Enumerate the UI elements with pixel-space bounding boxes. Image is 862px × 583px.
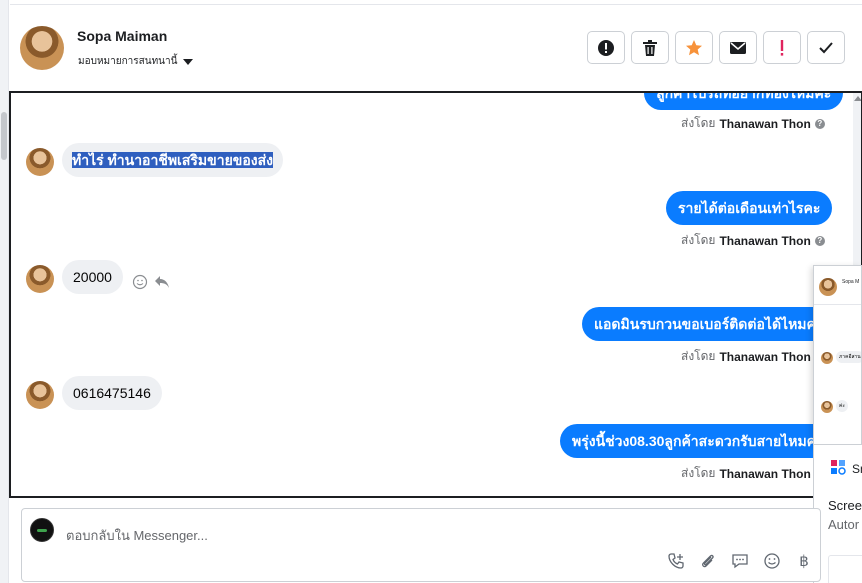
follow-up-button[interactable] <box>763 31 801 64</box>
floating-chat-preview[interactable]: Sopa M ภาคอีสาน ค่ะ <box>813 265 862 445</box>
header-actions <box>587 31 845 64</box>
sender-name[interactable]: Thanawan Thon <box>719 117 810 131</box>
popup-message: ค่ะ <box>836 400 849 412</box>
sent-by-line: ส่งโดย Thanawan Thon ? <box>681 114 825 133</box>
left-scrollbar-thumb[interactable] <box>1 112 7 160</box>
popup-divider <box>814 304 861 305</box>
notification-subtitle: Autor <box>828 517 860 532</box>
attachment-icon[interactable] <box>699 552 717 570</box>
reply-composer[interactable]: ตอบกลับใน Messenger... ฿ <box>21 508 821 582</box>
contact-avatar[interactable] <box>20 26 64 70</box>
sent-by-label: ส่งโดย <box>681 116 716 130</box>
message-incoming[interactable]: 0616475146 <box>62 376 162 410</box>
popup-contact-name: Sopa M <box>842 279 860 285</box>
star-icon <box>686 39 702 55</box>
sent-by-line: ส่งโดย Thanawan Thon ? <box>681 231 825 250</box>
assign-conversation-dropdown[interactable]: มอบหมายการสนทนานี้ <box>78 54 194 69</box>
sent-by-label: ส่งโดย <box>681 466 716 480</box>
message-outgoing[interactable]: พรุ่งนี้ช่วง08.30ลูกค้าสะดวกรับสายไหมคะ <box>560 424 836 458</box>
sender-name[interactable]: Thanawan Thon <box>719 467 810 481</box>
contact-avatar-small[interactable] <box>26 265 54 293</box>
assign-label: มอบหมายการสนทนานี้ <box>78 56 178 67</box>
trash-icon <box>643 39 657 56</box>
sender-name[interactable]: Thanawan Thon <box>719 350 810 364</box>
sent-by-line: ส่งโดย Thanawan Thon <box>681 464 811 483</box>
sent-by-label: ส่งโดย <box>681 233 716 247</box>
popup-avatar <box>819 278 837 296</box>
exclamation-circle-icon <box>598 39 614 56</box>
conversation-header: Sopa Maiman มอบหมายการสนทนานี้ <box>10 0 862 90</box>
phone-add-icon[interactable] <box>667 552 685 570</box>
snipping-tool-icon <box>831 460 846 475</box>
message-incoming[interactable]: ทำไร่ ทำนาอาชีพเสริมขายของส่ง <box>62 143 283 177</box>
sent-by-label: ส่งโดย <box>681 349 716 363</box>
popup-msg-avatar <box>821 401 833 413</box>
emoji-icon[interactable] <box>763 552 781 570</box>
scroll-up-arrow-icon[interactable] <box>854 96 861 101</box>
star-button[interactable] <box>675 31 713 64</box>
spam-button[interactable] <box>587 31 625 64</box>
sender-name[interactable]: Thanawan Thon <box>719 234 810 248</box>
message-outgoing[interactable]: ลูกค้าไปรถที่อยากทองไหมคะ <box>644 93 844 110</box>
caret-down-icon <box>183 58 194 65</box>
message-outgoing[interactable]: แอดมินรบกวนขอเบอร์ติดต่อได้ไหมคะ <box>582 307 836 341</box>
notification-app-name: Sn <box>852 462 862 476</box>
message-incoming[interactable]: 20000 <box>62 260 123 294</box>
selected-text[interactable]: ทำไร่ ทำนาอาชีพเสริมขายของส่ง <box>72 152 273 168</box>
popup-msg-avatar <box>821 352 833 364</box>
sent-by-line: ส่งโดย Thanawan Thon <box>681 347 811 366</box>
saved-replies-icon[interactable] <box>731 552 749 570</box>
check-icon <box>819 41 833 53</box>
page-avatar <box>30 518 54 542</box>
header-divider <box>10 4 862 5</box>
left-rail <box>0 0 9 583</box>
contact-name[interactable]: Sopa Maiman <box>77 28 167 44</box>
help-icon[interactable]: ? <box>814 118 825 129</box>
mark-unread-button[interactable] <box>719 31 757 64</box>
delete-button[interactable] <box>631 31 669 64</box>
composer-tools: ฿ <box>667 552 813 570</box>
message-outgoing[interactable]: รายได้ต่อเดือนเท่าไรคะ <box>666 191 833 225</box>
message-thread[interactable]: ลูกค้าไปรถที่อยากทองไหมคะ ส่งโดย Thanawa… <box>9 91 862 498</box>
contact-avatar-small[interactable] <box>26 381 54 409</box>
exclamation-icon <box>780 39 784 56</box>
reply-arrow-icon[interactable] <box>154 274 170 290</box>
help-icon[interactable]: ? <box>814 235 825 246</box>
reply-input[interactable]: ตอบกลับใน Messenger... <box>66 525 208 546</box>
popup-message: ภาคอีสาน <box>836 351 861 363</box>
notification-thumbnail[interactable] <box>828 555 862 583</box>
envelope-icon <box>730 41 746 54</box>
notification-title: Scree <box>828 498 862 513</box>
payment-baht-icon[interactable]: ฿ <box>795 552 813 570</box>
react-smiley-icon[interactable] <box>132 274 148 290</box>
contact-avatar-small[interactable] <box>26 148 54 176</box>
done-button[interactable] <box>807 31 845 64</box>
